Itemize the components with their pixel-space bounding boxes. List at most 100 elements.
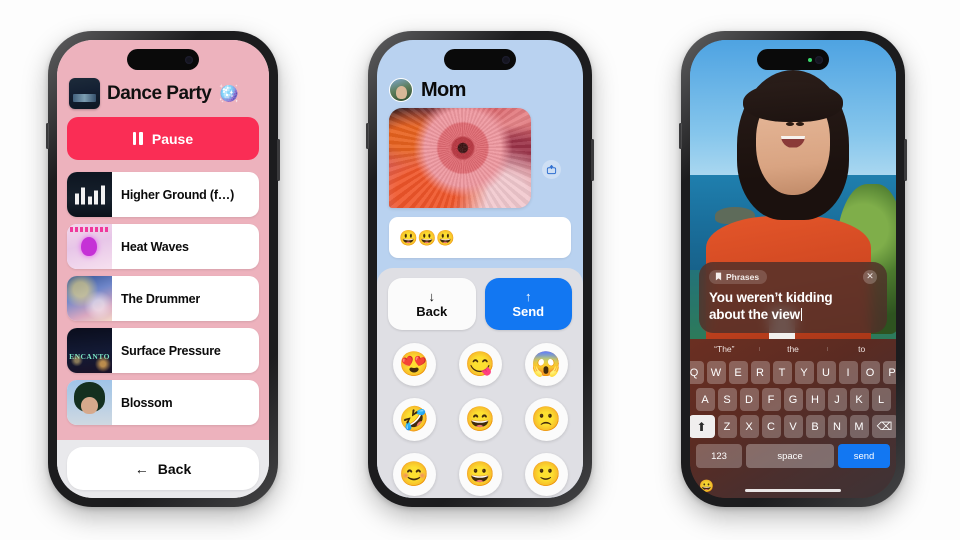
keyboard-row-4: 123 space send bbox=[693, 442, 893, 468]
key-a[interactable]: A bbox=[695, 388, 715, 411]
emoji-button[interactable]: 😱 bbox=[524, 343, 568, 386]
eye-right bbox=[795, 122, 804, 127]
phone3-screen: Phrases ✕ You weren’t kidding about the … bbox=[690, 40, 896, 498]
key-g[interactable]: G bbox=[783, 388, 803, 411]
front-camera-icon bbox=[502, 55, 510, 64]
phrase-line-1: You weren’t kidding bbox=[709, 290, 833, 305]
phrases-panel-header: Phrases ✕ bbox=[709, 269, 877, 284]
home-indicator[interactable] bbox=[745, 488, 841, 492]
send-button[interactable]: ↑ Send bbox=[484, 278, 572, 330]
key-c[interactable]: C bbox=[761, 415, 781, 438]
key-n[interactable]: N bbox=[827, 415, 847, 438]
emoji-button[interactable]: 😄 bbox=[458, 398, 502, 441]
space-key[interactable]: space bbox=[746, 444, 834, 468]
keyboard: “The” the to Q W E R T Y U I O P A S D F… bbox=[690, 339, 896, 498]
key-e[interactable]: E bbox=[728, 361, 748, 384]
emoji-button[interactable]: 😍 bbox=[392, 343, 436, 386]
emoji-grid: 😍 😋 😱 🤣 😄 🙁 😊 😀 🙂 bbox=[388, 343, 572, 496]
album-art-icon bbox=[67, 380, 112, 425]
key-f[interactable]: F bbox=[761, 388, 781, 411]
key-q[interactable]: Q bbox=[690, 361, 704, 384]
playlist-art-icon bbox=[69, 78, 100, 109]
message-input-value: 😃😃😃 bbox=[399, 229, 456, 247]
prediction-2[interactable]: to bbox=[827, 344, 896, 354]
send-button-label: Send bbox=[512, 303, 545, 319]
song-title: The Drummer bbox=[121, 291, 201, 306]
key-k[interactable]: K bbox=[849, 388, 869, 411]
phone1-screen: Dance Party 🪩 Pause Higher Ground (f…) H… bbox=[57, 40, 269, 498]
delete-key-icon[interactable]: ⌫ bbox=[871, 415, 896, 438]
arrow-left-icon: ← bbox=[134, 460, 149, 477]
key-x[interactable]: X bbox=[739, 415, 759, 438]
phone-messages: Mom 😃😃😃 ↓ Back ↑ Send 😍 😋 😱 🤣 😄 🙁 😊 😀 🙂 bbox=[366, 31, 594, 507]
arrow-down-icon: ↓ bbox=[428, 288, 436, 304]
emoji-button[interactable]: 🙂 bbox=[524, 453, 568, 496]
contact-name: Mom bbox=[421, 78, 466, 101]
list-item[interactable]: Surface Pressure bbox=[67, 328, 259, 373]
send-key[interactable]: send bbox=[838, 444, 890, 468]
key-l[interactable]: L bbox=[871, 388, 891, 411]
shift-key-icon[interactable]: ⬆ bbox=[690, 415, 715, 438]
back-button-label: Back bbox=[416, 303, 448, 319]
emoji-button[interactable]: 😊 bbox=[392, 453, 436, 496]
status-badge: Phrases bbox=[709, 269, 768, 284]
front-camera-icon bbox=[185, 55, 193, 64]
key-i[interactable]: I bbox=[838, 361, 858, 384]
screenshot-stage: Dance Party 🪩 Pause Higher Ground (f…) H… bbox=[0, 0, 960, 540]
page-title: Dance Party bbox=[107, 82, 212, 104]
album-art-icon bbox=[67, 328, 112, 373]
key-u[interactable]: U bbox=[816, 361, 836, 384]
key-m[interactable]: M bbox=[849, 415, 869, 438]
camera-active-indicator bbox=[808, 57, 812, 62]
emoji-button[interactable]: 🙁 bbox=[524, 398, 568, 441]
prediction-1[interactable]: the bbox=[758, 344, 828, 354]
back-button[interactable]: ↓ Back bbox=[388, 278, 476, 330]
emoji-button[interactable]: 🤣 bbox=[392, 398, 436, 441]
key-h[interactable]: H bbox=[805, 388, 825, 411]
video-feed[interactable]: Phrases ✕ You weren’t kidding about the … bbox=[690, 40, 896, 339]
key-j[interactable]: J bbox=[827, 388, 847, 411]
mouth bbox=[781, 135, 805, 148]
numbers-key[interactable]: 123 bbox=[696, 444, 742, 468]
key-w[interactable]: W bbox=[706, 361, 726, 384]
keyboard-row-3: ⬆ Z X C V B N M ⌫ bbox=[690, 415, 896, 438]
emoji-tray: ↓ Back ↑ Send 😍 😋 😱 🤣 😄 🙁 😊 😀 🙂 bbox=[377, 268, 583, 498]
keyboard-row-1: Q W E R T Y U I O P bbox=[690, 361, 896, 384]
list-item[interactable]: Higher Ground (f…) bbox=[67, 172, 259, 217]
list-item[interactable]: The Drummer bbox=[67, 276, 259, 321]
key-y[interactable]: Y bbox=[794, 361, 814, 384]
key-o[interactable]: O bbox=[860, 361, 880, 384]
tray-actions: ↓ Back ↑ Send bbox=[388, 278, 572, 330]
message-input[interactable]: 😃😃😃 bbox=[389, 217, 571, 258]
emoji-button[interactable]: 😋 bbox=[458, 343, 502, 386]
back-button[interactable]: ← Back bbox=[67, 447, 259, 490]
message-thread bbox=[377, 108, 583, 208]
back-button-label: Back bbox=[157, 460, 192, 477]
key-t[interactable]: T bbox=[772, 361, 792, 384]
dynamic-island bbox=[127, 49, 199, 70]
key-b[interactable]: B bbox=[805, 415, 825, 438]
photo-message-bubble[interactable] bbox=[389, 108, 531, 208]
key-v[interactable]: V bbox=[783, 415, 803, 438]
key-r[interactable]: R bbox=[750, 361, 770, 384]
key-p[interactable]: P bbox=[882, 361, 896, 384]
key-z[interactable]: Z bbox=[717, 415, 737, 438]
album-art-icon bbox=[67, 224, 112, 269]
list-item[interactable]: Heat Waves bbox=[67, 224, 259, 269]
save-to-photos-icon[interactable] bbox=[542, 160, 561, 179]
phrase-text: You weren’t kidding about the view bbox=[709, 289, 877, 323]
playlist-footer: ← Back bbox=[57, 440, 269, 498]
emoji-button[interactable]: 😀 bbox=[458, 453, 502, 496]
close-icon[interactable]: ✕ bbox=[863, 269, 877, 284]
key-s[interactable]: S bbox=[717, 388, 737, 411]
phrases-panel: Phrases ✕ You weren’t kidding about the … bbox=[699, 261, 887, 333]
prediction-0[interactable]: “The” bbox=[690, 344, 759, 354]
pause-button[interactable]: Pause bbox=[67, 117, 259, 160]
eye-left bbox=[785, 122, 794, 127]
phone2-screen: Mom 😃😃😃 ↓ Back ↑ Send 😍 😋 😱 🤣 😄 🙁 😊 😀 🙂 bbox=[377, 40, 583, 498]
list-item[interactable]: Blossom bbox=[67, 380, 259, 425]
dynamic-island bbox=[444, 49, 516, 70]
emoji-keyboard-icon[interactable]: 😀 bbox=[699, 479, 714, 493]
song-title: Heat Waves bbox=[121, 239, 189, 254]
key-d[interactable]: D bbox=[739, 388, 759, 411]
